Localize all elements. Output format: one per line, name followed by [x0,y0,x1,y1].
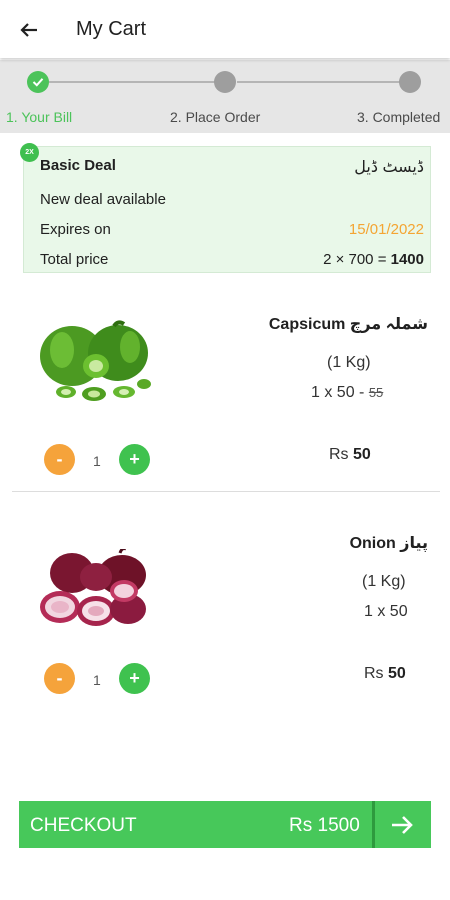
capsicum-image [40,320,151,401]
item-unit-price: 1 x 50 [364,603,408,621]
step-connector [49,81,215,83]
cart-item-onion: Onion پیاز (1 Kg) 1 x 50 - 1 + Rs 50 [0,509,450,727]
total-price-formula: 2 × 700 = [323,251,391,268]
step-3-label: 3. Completed [357,109,441,125]
app-bar: My Cart [0,0,450,58]
onion-image [40,549,146,626]
item-weight: (1 Kg) [362,573,406,590]
arrow-left-icon [20,23,37,37]
item-total-value: 50 [353,446,371,463]
deal-card[interactable]: 2X Basic Deal ڈیسٹ ڈیل New deal availabl… [20,143,431,273]
item-quantity: 1 [93,672,101,688]
item-total: Rs 50 [329,446,371,464]
check-icon [32,78,44,87]
total-price-amount: 1400 [390,251,424,268]
item-old-price: 55 [368,385,384,400]
item-name: Capsicum شملہ مرچ [268,316,428,333]
item-currency: Rs [364,665,388,682]
deal-title: Basic Deal [40,157,116,174]
increase-quantity-button[interactable]: + [119,663,150,694]
item-weight: (1 Kg) [327,354,371,371]
expires-label: Expires on [40,221,111,238]
item-qty-price: 1 x 50 [364,603,408,620]
deal-multiplier-badge: 2X [20,143,39,162]
decrease-quantity-button[interactable]: - [44,444,75,475]
back-button[interactable] [14,15,44,45]
expires-date: 15/01/2022 [348,221,424,238]
deal-total-row: Total price 2 × 700 = 1400 [40,251,424,268]
checkout-label: CHECKOUT [30,815,137,836]
deal-title-urdu: ڈیسٹ ڈیل [354,159,424,176]
step-connector [237,81,400,83]
deal-expiry-row: Expires on 15/01/2022 [40,221,424,238]
item-quantity: 1 [93,453,101,469]
item-name: Onion پیاز [349,535,428,552]
item-divider [12,491,440,492]
deal-title-row: Basic Deal ڈیسٹ ڈیل [40,157,424,176]
checkout-total: Rs 1500 [289,815,360,836]
increase-quantity-button[interactable]: + [119,444,150,475]
arrow-right-icon[interactable] [389,812,415,838]
decrease-quantity-button[interactable]: - [44,663,75,694]
item-total-value: 50 [388,665,406,682]
page-title: My Cart [76,18,146,40]
checkout-button[interactable]: CHECKOUT Rs 1500 [19,801,431,848]
deal-subtitle: New deal available [40,191,166,208]
step-1-label: 1. Your Bill [6,109,73,125]
step-1-indicator [27,71,49,93]
step-3-indicator [399,71,421,93]
step-2-indicator [214,71,236,93]
item-qty-price: 1 x 50 - [311,384,369,401]
item-total: Rs 50 [364,665,406,683]
cart-item-capsicum: Capsicum شملہ مرچ (1 Kg) 1 x 50 - 55 - 1… [0,290,450,508]
total-price-value: 2 × 700 = 1400 [323,251,424,268]
checkout-separator [372,801,375,848]
item-currency: Rs [329,446,353,463]
item-unit-price: 1 x 50 - 55 [311,384,383,402]
order-stepper: 1. Your Bill 2. Place Order 3. Completed [0,60,450,133]
total-price-label: Total price [40,251,109,268]
step-2-label: 2. Place Order [170,109,261,125]
